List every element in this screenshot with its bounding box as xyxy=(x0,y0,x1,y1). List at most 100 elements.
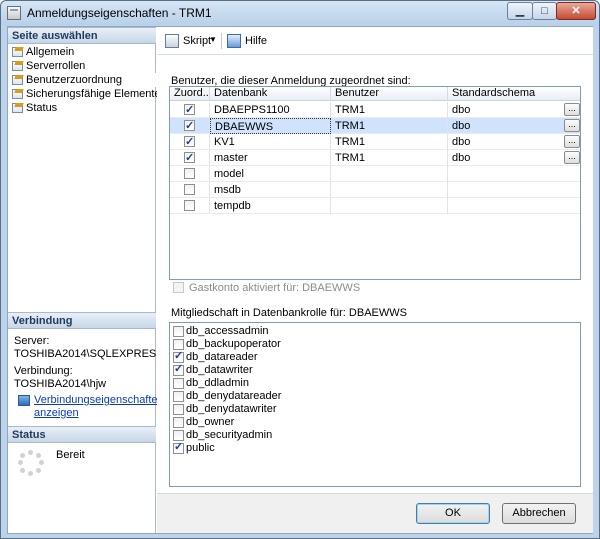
role-checkbox[interactable] xyxy=(173,404,184,415)
schema-cell[interactable]: dbo... xyxy=(448,150,580,166)
database-cell: msdb xyxy=(210,182,331,198)
user-cell[interactable] xyxy=(331,198,448,214)
table-row[interactable]: DBAEWWS TRM1 dbo... xyxy=(170,118,580,134)
close-button[interactable]: ✕ xyxy=(556,2,596,20)
schema-browse-button[interactable]: ... xyxy=(564,119,580,132)
cancel-button[interactable]: Abbrechen xyxy=(502,503,576,524)
user-cell[interactable]: TRM1 xyxy=(331,150,448,166)
schema-cell[interactable] xyxy=(448,182,580,198)
view-connection-properties-link[interactable]: Verbindungseigenschaften anzeigen xyxy=(18,394,164,420)
table-row[interactable]: master TRM1 dbo... xyxy=(170,150,580,166)
role-checkbox[interactable] xyxy=(173,391,184,402)
role-item-db-ddladmin[interactable]: db_ddladmin xyxy=(172,377,249,390)
help-button[interactable]: Hilfe xyxy=(227,34,267,48)
page-item-sicherungsfaehige-elemente[interactable]: Sicherungsfähige Elemente xyxy=(8,87,161,101)
schema-cell[interactable]: dbo... xyxy=(448,118,580,134)
connection-header: Verbindung xyxy=(8,312,156,329)
database-cell: tempdb xyxy=(210,198,331,214)
database-cell: DBAEPPS1100 xyxy=(210,102,331,118)
mapped-checkbox[interactable] xyxy=(184,200,195,211)
connection-properties-icon xyxy=(18,395,30,406)
role-item-db-datareader[interactable]: db_datareader xyxy=(172,350,258,364)
role-name: db_datawriter xyxy=(186,364,253,376)
page-item-label: Status xyxy=(26,102,58,114)
role-checkbox[interactable] xyxy=(173,430,184,441)
script-button[interactable]: Skript xyxy=(165,34,211,48)
schema-browse-button[interactable]: ... xyxy=(564,135,580,148)
ok-button[interactable]: OK xyxy=(416,503,490,524)
page-item-serverrollen[interactable]: Serverrollen xyxy=(8,59,156,73)
title-bar[interactable]: Anmeldungseigenschaften - TRM1 ▁ □ ✕ xyxy=(1,1,599,25)
page-item-label: Benutzerzuordnung xyxy=(26,74,123,86)
user-cell[interactable] xyxy=(331,182,448,198)
mapped-checkbox[interactable] xyxy=(184,168,195,179)
user-cell[interactable] xyxy=(331,166,448,182)
role-item-db-backupoperator[interactable]: db_backupoperator xyxy=(172,338,281,351)
user-cell[interactable]: TRM1 xyxy=(331,102,448,118)
guest-account-label: Gastkonto aktiviert für: DBAEWWS xyxy=(189,282,361,294)
table-row[interactable]: DBAEPPS1100 TRM1 dbo... xyxy=(170,102,580,118)
schema-cell[interactable] xyxy=(448,198,580,214)
close-icon: ✕ xyxy=(571,5,581,17)
maximize-button[interactable]: □ xyxy=(532,2,557,20)
connection-value: TOSHIBA2014\hjw xyxy=(14,378,107,390)
help-label: Hilfe xyxy=(245,35,268,47)
user-cell[interactable]: TRM1 xyxy=(331,118,448,134)
server-label: Server: xyxy=(14,335,50,347)
role-item-db-accessadmin[interactable]: db_accessadmin xyxy=(172,325,269,338)
role-checkbox[interactable] xyxy=(173,339,184,350)
column-header-database[interactable]: Datenbank xyxy=(210,87,331,101)
role-item-db-owner[interactable]: db_owner xyxy=(172,416,234,429)
script-dropdown-arrow-icon[interactable]: ▼ xyxy=(209,35,217,44)
select-page-header: Seite auswählen xyxy=(8,27,156,44)
mapped-checkbox[interactable] xyxy=(184,118,195,133)
role-item-db-datawriter[interactable]: db_datawriter xyxy=(172,363,253,377)
page-item-benutzerzuordnung[interactable]: Benutzerzuordnung xyxy=(8,73,156,87)
role-checkbox[interactable] xyxy=(173,326,184,337)
schema-browse-button[interactable]: ... xyxy=(564,151,580,164)
schema-cell[interactable]: dbo... xyxy=(448,134,580,150)
schema-cell[interactable] xyxy=(448,166,580,182)
button-bar: OK Abbrechen xyxy=(157,493,593,533)
mapped-checkbox[interactable] xyxy=(184,150,195,165)
page-item-status[interactable]: Status xyxy=(8,101,156,115)
user-mapping-grid: Zuord... Datenbank Benutzer Standardsche… xyxy=(169,86,581,280)
mapped-checkbox[interactable] xyxy=(184,134,195,149)
role-checkbox[interactable] xyxy=(173,363,184,376)
connection-label: Verbindung: xyxy=(14,365,73,377)
guest-account-checkbox[interactable] xyxy=(173,282,184,293)
role-membership-list: db_accessadmin db_backupoperator db_data… xyxy=(169,322,581,487)
page-item-allgemein[interactable]: Allgemein xyxy=(8,45,156,59)
role-checkbox[interactable] xyxy=(173,350,184,363)
connection-info: Verbindung: TOSHIBA2014\hjw xyxy=(14,365,106,391)
role-item-db-denydatawriter[interactable]: db_denydatawriter xyxy=(172,403,277,416)
user-cell[interactable]: TRM1 xyxy=(331,134,448,150)
role-checkbox[interactable] xyxy=(173,441,184,454)
mapped-checkbox[interactable] xyxy=(184,102,195,117)
table-row[interactable]: KV1 TRM1 dbo... xyxy=(170,134,580,150)
column-header-user[interactable]: Benutzer xyxy=(331,87,448,101)
role-checkbox[interactable] xyxy=(173,417,184,428)
schema-cell[interactable]: dbo... xyxy=(448,102,580,118)
role-name: db_owner xyxy=(186,416,235,428)
role-item-public[interactable]: public xyxy=(172,441,215,455)
schema-value: dbo xyxy=(452,120,471,132)
column-header-default-schema[interactable]: Standardschema xyxy=(448,87,580,101)
mapped-checkbox[interactable] xyxy=(184,184,195,195)
mapped-cell xyxy=(170,182,210,198)
role-item-db-denydatareader[interactable]: db_denydatareader xyxy=(172,390,281,403)
role-name: db_accessadmin xyxy=(186,325,269,337)
mapped-cell xyxy=(170,198,210,214)
mapped-cell xyxy=(170,134,210,150)
page-icon xyxy=(12,89,23,99)
table-row[interactable]: model xyxy=(170,166,580,182)
minimize-button[interactable]: ▁ xyxy=(507,2,533,20)
role-checkbox[interactable] xyxy=(173,378,184,389)
role-item-db-securityadmin[interactable]: db_securityadmin xyxy=(172,429,272,442)
table-row[interactable]: tempdb xyxy=(170,198,580,214)
mapped-cell xyxy=(170,150,210,166)
table-row[interactable]: msdb xyxy=(170,182,580,198)
role-name: db_securityadmin xyxy=(186,429,273,441)
column-header-mapped[interactable]: Zuord... xyxy=(170,87,210,101)
schema-browse-button[interactable]: ... xyxy=(564,103,580,116)
